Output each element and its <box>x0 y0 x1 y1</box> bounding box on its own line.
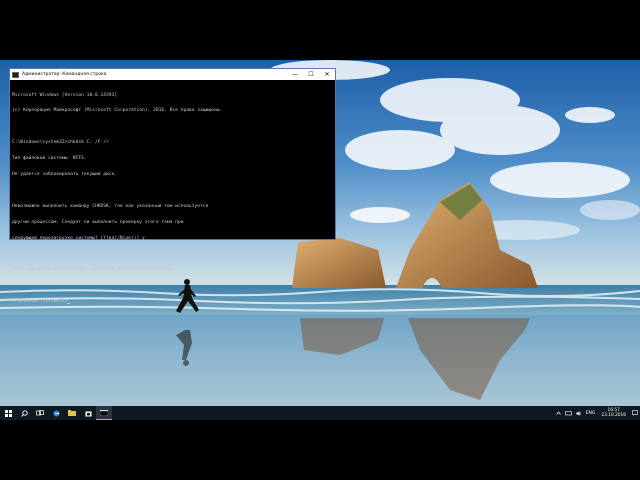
console-prompt[interactable]: C:\Windows\system32> <box>12 299 333 305</box>
console-line: C:\Windows\system32>chkdsk C: /F /r <box>12 140 109 146</box>
taskbar-app-explorer[interactable] <box>64 406 80 420</box>
console-line: Не удается заблокировать текущий диск. <box>12 172 118 178</box>
console-output[interactable]: Microsoft Windows [Version 10.0.14393] (… <box>10 80 335 317</box>
chevron-up-icon <box>555 411 561 415</box>
search-icon <box>20 409 28 417</box>
maximize-button[interactable]: ☐ <box>303 69 319 80</box>
volume-button[interactable] <box>576 410 582 416</box>
store-icon <box>85 411 91 416</box>
window-titlebar[interactable]: Администратор: Командная строка — ☐ ✕ <box>10 69 335 80</box>
minimize-button[interactable]: — <box>287 69 303 80</box>
console-line: Этот том будет проверен при следующей пе… <box>12 267 176 273</box>
cmd-icon <box>12 71 19 78</box>
console-line: Невозможно выполнить команду CHKDSK, так… <box>12 203 209 209</box>
clock[interactable]: 16:57 23.10.2016 <box>601 408 626 418</box>
console-line: (c) Корпорация Майкрософт (Microsoft Cor… <box>12 108 223 114</box>
notifications-button[interactable] <box>632 410 638 416</box>
close-button[interactable]: ✕ <box>319 69 335 80</box>
cmd-window[interactable]: Администратор: Командная строка — ☐ ✕ Mi… <box>9 68 336 305</box>
task-view-button[interactable] <box>32 406 48 420</box>
window-title: Администратор: Командная строка <box>22 72 107 77</box>
network-button[interactable] <box>564 410 572 416</box>
windows-logo-icon <box>4 409 12 417</box>
prompt-text: C:\Windows\system32> <box>12 299 68 305</box>
system-tray: ENG 16:57 23.10.2016 <box>554 406 640 420</box>
console-line: следующей перезагрузке системы? [Y(да)/N… <box>12 235 145 241</box>
taskbar-app-cmd[interactable] <box>96 406 112 420</box>
text-cursor <box>67 303 71 305</box>
task-view-icon <box>36 410 44 416</box>
console-line: Тип файловой системы: NTFS. <box>12 156 87 162</box>
search-button[interactable] <box>16 406 32 420</box>
cmd-icon <box>100 409 108 416</box>
start-button[interactable] <box>0 406 16 420</box>
language-indicator[interactable]: ENG <box>586 411 596 416</box>
edge-icon <box>53 410 59 416</box>
show-hidden-icons-button[interactable] <box>555 411 561 415</box>
action-center-icon <box>632 410 638 416</box>
console-line: другим процессом. Следует ли выполнить п… <box>12 219 184 225</box>
network-icon <box>564 410 572 415</box>
clock-date: 23.10.2016 <box>601 413 626 418</box>
file-explorer-icon <box>68 410 76 416</box>
taskbar: ENG 16:57 23.10.2016 <box>0 406 640 420</box>
letterbox-top <box>0 0 640 60</box>
taskbar-app-edge[interactable] <box>48 406 64 420</box>
volume-icon <box>576 410 581 416</box>
taskbar-app-store[interactable] <box>80 406 96 420</box>
console-line: Microsoft Windows [Version 10.0.14393] <box>12 92 118 98</box>
letterbox-bottom <box>0 420 640 480</box>
